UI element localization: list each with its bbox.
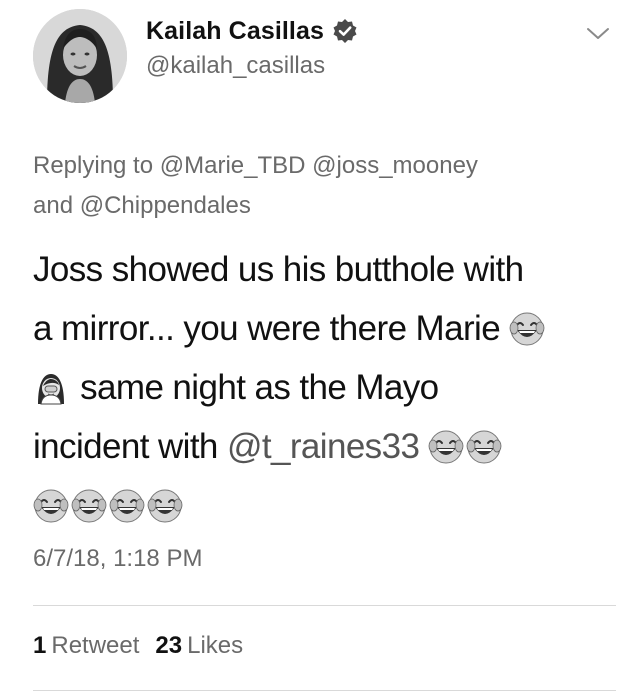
tweet-text-segment: a mirror... you were there Marie <box>33 309 501 348</box>
tweet-line-3: same night as the Mayo <box>33 358 623 417</box>
tweet-mention-t-raines[interactable]: @t_raines33 <box>227 427 420 466</box>
divider <box>33 605 616 606</box>
tweet-stats: 1 Retweet 23 Likes <box>33 632 243 660</box>
tweet-text-segment: Joss showed us his butthole with <box>33 250 524 289</box>
tweet-line-5 <box>33 476 623 535</box>
verified-badge-icon <box>332 18 358 44</box>
tweet-text: Joss showed us his butthole with a mirro… <box>33 240 623 535</box>
face-with-tears-of-joy-icon <box>428 429 464 465</box>
person-facepalming-icon <box>33 370 69 406</box>
tweet-timestamp[interactable]: 6/7/18, 1:18 PM <box>33 545 202 573</box>
tweet-text-segment: incident with <box>33 427 218 466</box>
author-name-row: Kailah Casillas <box>146 14 358 48</box>
reply-mention-chippendales[interactable]: @Chippendales <box>80 192 251 219</box>
reply-conjunction: and <box>33 192 74 219</box>
likes-count: 23 <box>155 632 183 659</box>
retweets-stat[interactable]: 1 Retweet <box>33 632 139 660</box>
likes-stat[interactable]: 23 Likes <box>155 632 243 660</box>
divider <box>33 690 616 691</box>
chevron-down-icon[interactable] <box>584 24 612 44</box>
tweet-line-2: a mirror... you were there Marie <box>33 299 623 358</box>
face-with-tears-of-joy-icon <box>147 488 183 524</box>
face-with-tears-of-joy-icon <box>109 488 145 524</box>
tweet-line-1: Joss showed us his butthole with <box>33 240 623 299</box>
reply-prefix: Replying to <box>33 152 154 179</box>
tweet-line-4: incident with @t_raines33 <box>33 417 623 476</box>
reply-context: Replying to @Marie_TBD @joss_mooney and … <box>33 146 613 226</box>
face-with-tears-of-joy-icon <box>33 488 69 524</box>
face-with-tears-of-joy-icon <box>509 311 545 347</box>
face-with-tears-of-joy-icon <box>466 429 502 465</box>
author-handle[interactable]: @kailah_casillas <box>146 52 325 80</box>
profile-photo-icon <box>33 9 127 103</box>
retweets-count: 1 <box>33 632 47 659</box>
author-display-name[interactable]: Kailah Casillas <box>146 17 324 46</box>
tweet-text-segment: same night as the Mayo <box>80 368 439 407</box>
reply-mention-joss[interactable]: @joss_mooney <box>312 152 478 179</box>
retweets-label: Retweet <box>51 632 140 659</box>
face-with-tears-of-joy-icon <box>71 488 107 524</box>
reply-mention-marie[interactable]: @Marie_TBD <box>160 152 306 179</box>
likes-label: Likes <box>187 632 244 659</box>
avatar[interactable] <box>33 9 127 103</box>
